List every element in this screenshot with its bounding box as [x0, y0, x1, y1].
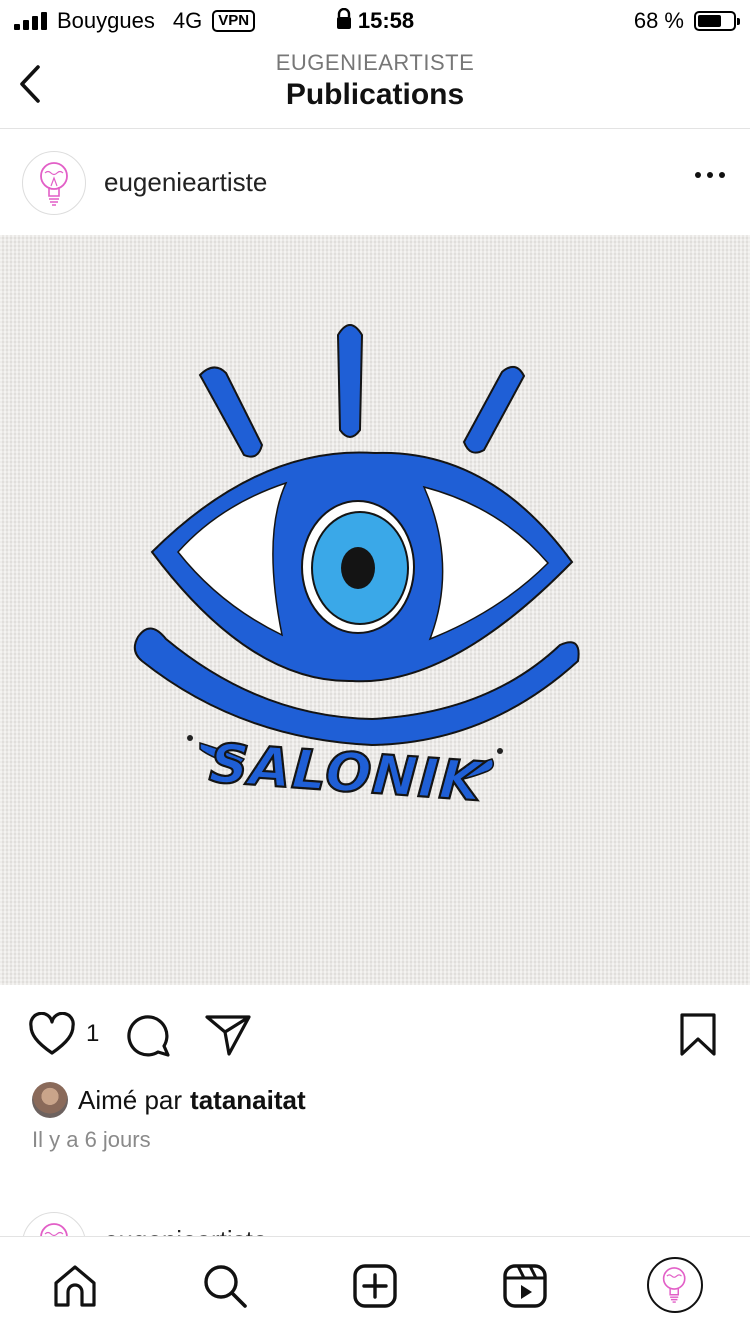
tab-new-post[interactable] — [350, 1261, 400, 1311]
clock-time: 15:58 — [357, 8, 415, 33]
heart-icon — [29, 1011, 75, 1055]
new-post-icon — [353, 1264, 397, 1308]
author-username[interactable]: eugenieartiste — [104, 167, 267, 198]
tab-reels[interactable] — [500, 1261, 550, 1311]
tab-home[interactable] — [50, 1261, 100, 1311]
share-button[interactable] — [204, 1012, 252, 1063]
tab-search[interactable] — [200, 1261, 250, 1311]
post-actions: 1 — [0, 1010, 750, 1060]
save-button[interactable] — [678, 1012, 718, 1063]
liked-by-prefix: Aimé par — [78, 1084, 183, 1115]
lightbulb-logo-icon — [662, 1267, 686, 1303]
page-title: Publications — [285, 78, 465, 111]
post-header: eugenieartiste — [0, 129, 750, 235]
search-icon — [204, 1265, 247, 1308]
author-avatar[interactable] — [22, 151, 86, 215]
bottom-tab-bar — [0, 1236, 750, 1334]
battery-icon — [694, 11, 740, 31]
bookmark-icon — [680, 1013, 716, 1056]
evil-eye-artwork: SALONIK — [133, 324, 580, 815]
like-button[interactable] — [28, 1011, 76, 1063]
more-options-button[interactable] — [690, 165, 730, 185]
battery-fill — [698, 15, 722, 27]
comment-button[interactable] — [124, 1012, 172, 1063]
liked-by[interactable]: Aimé par tatanaitat — [32, 1082, 306, 1118]
post-image[interactable]: SALONIK — [0, 235, 750, 985]
share-icon — [205, 1015, 251, 1056]
status-right: 68 % — [633, 8, 740, 34]
lock-icon — [336, 8, 351, 29]
comment-icon — [127, 1015, 170, 1057]
liker-username[interactable]: tatanaitat — [190, 1085, 306, 1116]
battery-percent: 68 % — [633, 8, 684, 33]
account-name-subtitle: EUGENIEARTISTE — [275, 50, 475, 75]
more-icon — [695, 172, 725, 178]
status-bar: Bouygues 4G VPN 15:58 68 % — [0, 0, 750, 40]
nav-header: EUGENIEARTISTE Publications — [0, 40, 750, 129]
post-timestamp: Il y a 6 jours — [32, 1127, 151, 1152]
lightbulb-logo-icon — [40, 162, 68, 206]
reels-icon — [503, 1264, 547, 1308]
liker-avatar — [32, 1082, 68, 1118]
artwork-text: SALONIK — [207, 732, 487, 814]
home-icon — [54, 1265, 96, 1307]
tab-profile[interactable] — [647, 1257, 703, 1313]
like-count[interactable]: 1 — [86, 1020, 99, 1048]
